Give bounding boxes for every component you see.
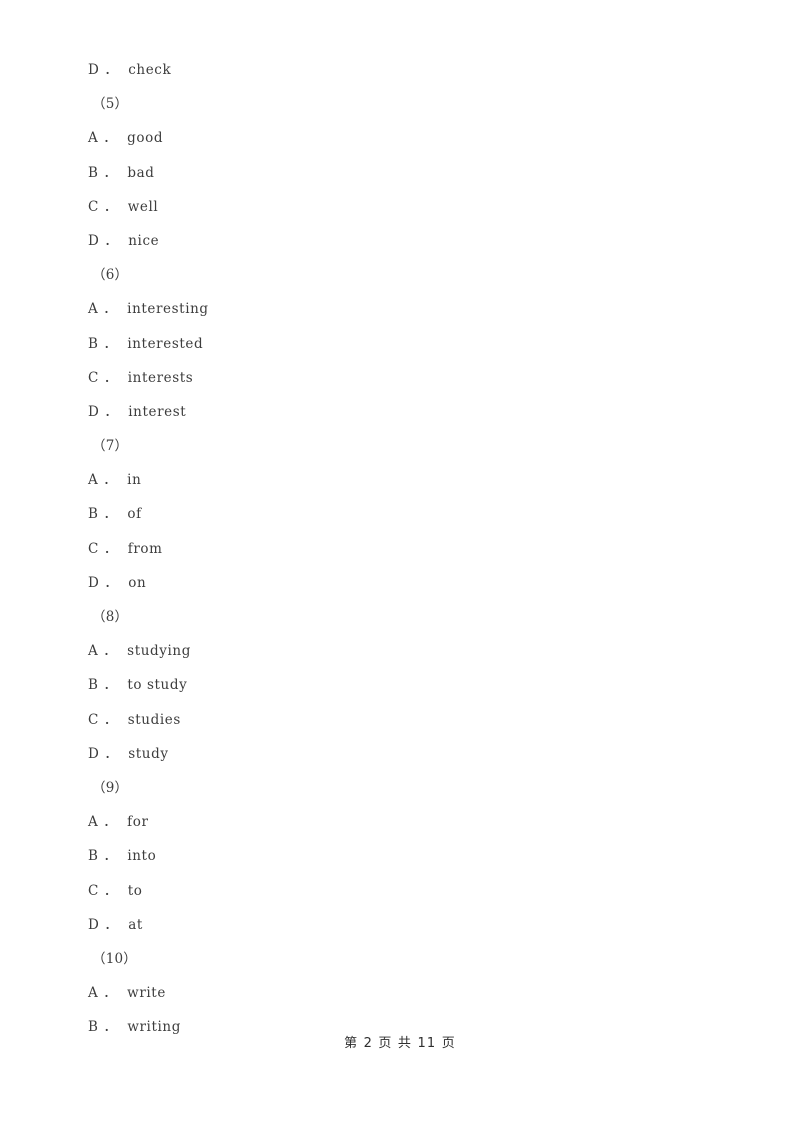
option-separator: ． xyxy=(103,301,118,318)
option-letter: D xyxy=(88,403,100,420)
option-text: write xyxy=(127,985,166,1002)
option-letter: A xyxy=(88,643,99,660)
option-separator: ． xyxy=(103,130,118,147)
option-text: to xyxy=(127,882,143,899)
option-text: studying xyxy=(127,643,191,660)
document-page: D ． check （5） A ． good B ． bad C ． well D ． n… xyxy=(0,0,800,1132)
answer-option: D ． check xyxy=(0,53,800,87)
option-text: interest xyxy=(128,403,187,420)
answer-option: B ． of xyxy=(0,497,800,531)
option-separator: ． xyxy=(103,677,118,694)
answer-option: D ． at xyxy=(0,908,800,942)
option-separator: ． xyxy=(104,745,119,762)
option-separator: ． xyxy=(103,540,118,557)
option-letter: B xyxy=(88,848,99,865)
option-text: study xyxy=(128,745,169,762)
answer-option: C ． studies xyxy=(0,703,800,737)
page-footer: 第 2 页 共 11 页 xyxy=(344,1036,456,1051)
answer-option: A ． for xyxy=(0,805,800,839)
option-separator: ． xyxy=(103,164,118,181)
option-letter: D xyxy=(88,62,100,78)
option-letter: B xyxy=(88,677,99,694)
answer-option: C ． well xyxy=(0,190,800,224)
option-letter: C xyxy=(88,198,99,215)
option-separator: ． xyxy=(104,574,119,591)
option-separator: ． xyxy=(103,643,118,660)
option-separator: ． xyxy=(103,848,118,865)
answer-option: A ． studying xyxy=(0,634,800,668)
option-separator: ． xyxy=(103,814,118,831)
answer-option: A ． interesting xyxy=(0,292,800,326)
question-group-label: （6） xyxy=(92,267,129,284)
option-separator: ． xyxy=(104,62,119,78)
option-letter: D xyxy=(88,574,100,591)
option-letter: D xyxy=(88,916,100,933)
option-letter: D xyxy=(88,745,100,762)
option-separator: ． xyxy=(103,472,118,489)
question-group-label: （5） xyxy=(92,96,129,113)
answer-option: D ． nice xyxy=(0,224,800,258)
option-separator: ． xyxy=(103,506,118,523)
answer-option: C ． from xyxy=(0,532,800,566)
option-separator: ． xyxy=(104,232,119,249)
option-separator: ． xyxy=(104,403,119,420)
answer-option: B ． to study xyxy=(0,668,800,702)
option-text: nice xyxy=(128,232,160,249)
option-separator: ． xyxy=(103,882,118,899)
option-letter: C xyxy=(88,540,99,557)
answer-option: D ． study xyxy=(0,737,800,771)
option-letter: C xyxy=(88,369,99,386)
option-text: into xyxy=(127,848,157,865)
top-margin xyxy=(0,0,800,53)
option-letter: A xyxy=(88,985,99,1002)
option-separator: ． xyxy=(103,711,118,728)
option-text: interesting xyxy=(127,301,209,318)
option-text: bad xyxy=(127,164,155,181)
answer-option: A ． write xyxy=(0,976,800,1010)
question-group-label: （8） xyxy=(92,609,129,625)
page-content: D ． check （5） A ． good B ． bad C ． well D ． n… xyxy=(0,0,800,1044)
option-letter: C xyxy=(88,882,99,899)
option-letter: C xyxy=(88,711,99,728)
answer-option: D ． interest xyxy=(0,395,800,429)
option-text: of xyxy=(127,506,142,523)
option-separator: ． xyxy=(103,335,118,352)
question-group-label: （10） xyxy=(92,950,137,967)
option-separator: ． xyxy=(103,198,118,215)
question-group-label: （9） xyxy=(92,779,129,796)
option-letter: B xyxy=(88,164,99,181)
option-text: to study xyxy=(127,677,188,694)
option-separator: ． xyxy=(104,916,119,933)
option-letter: A xyxy=(88,472,99,489)
option-text: check xyxy=(128,62,172,78)
option-text: interested xyxy=(127,335,204,352)
answer-option: C ． to xyxy=(0,874,800,908)
option-text: interests xyxy=(127,369,194,386)
option-text: from xyxy=(127,540,163,557)
option-text: at xyxy=(128,916,143,933)
option-letter: A xyxy=(88,301,99,318)
answer-option: A ． good xyxy=(0,121,800,155)
option-text: studies xyxy=(127,711,181,728)
answer-option: B ． into xyxy=(0,839,800,873)
answer-option: D ． on xyxy=(0,566,800,600)
question-options-list: D ． check （5） A ． good B ． bad C ． well D ． n… xyxy=(0,53,800,1044)
answer-option: B ． bad xyxy=(0,156,800,190)
option-text: on xyxy=(128,574,147,591)
answer-option: B ． interested xyxy=(0,327,800,361)
answer-option: A ． in xyxy=(0,463,800,497)
option-text: well xyxy=(127,198,159,215)
option-letter: D xyxy=(88,232,100,249)
answer-option: C ． interests xyxy=(0,361,800,395)
option-text: in xyxy=(127,472,142,489)
option-separator: ． xyxy=(103,985,118,1002)
option-text: for xyxy=(127,814,149,831)
option-text: good xyxy=(127,130,164,147)
question-group-label: （7） xyxy=(92,438,129,455)
option-separator: ． xyxy=(103,369,118,386)
option-letter: B xyxy=(88,506,99,523)
option-letter: A xyxy=(88,130,99,147)
option-letter: B xyxy=(88,335,99,352)
option-letter: A xyxy=(88,814,99,831)
